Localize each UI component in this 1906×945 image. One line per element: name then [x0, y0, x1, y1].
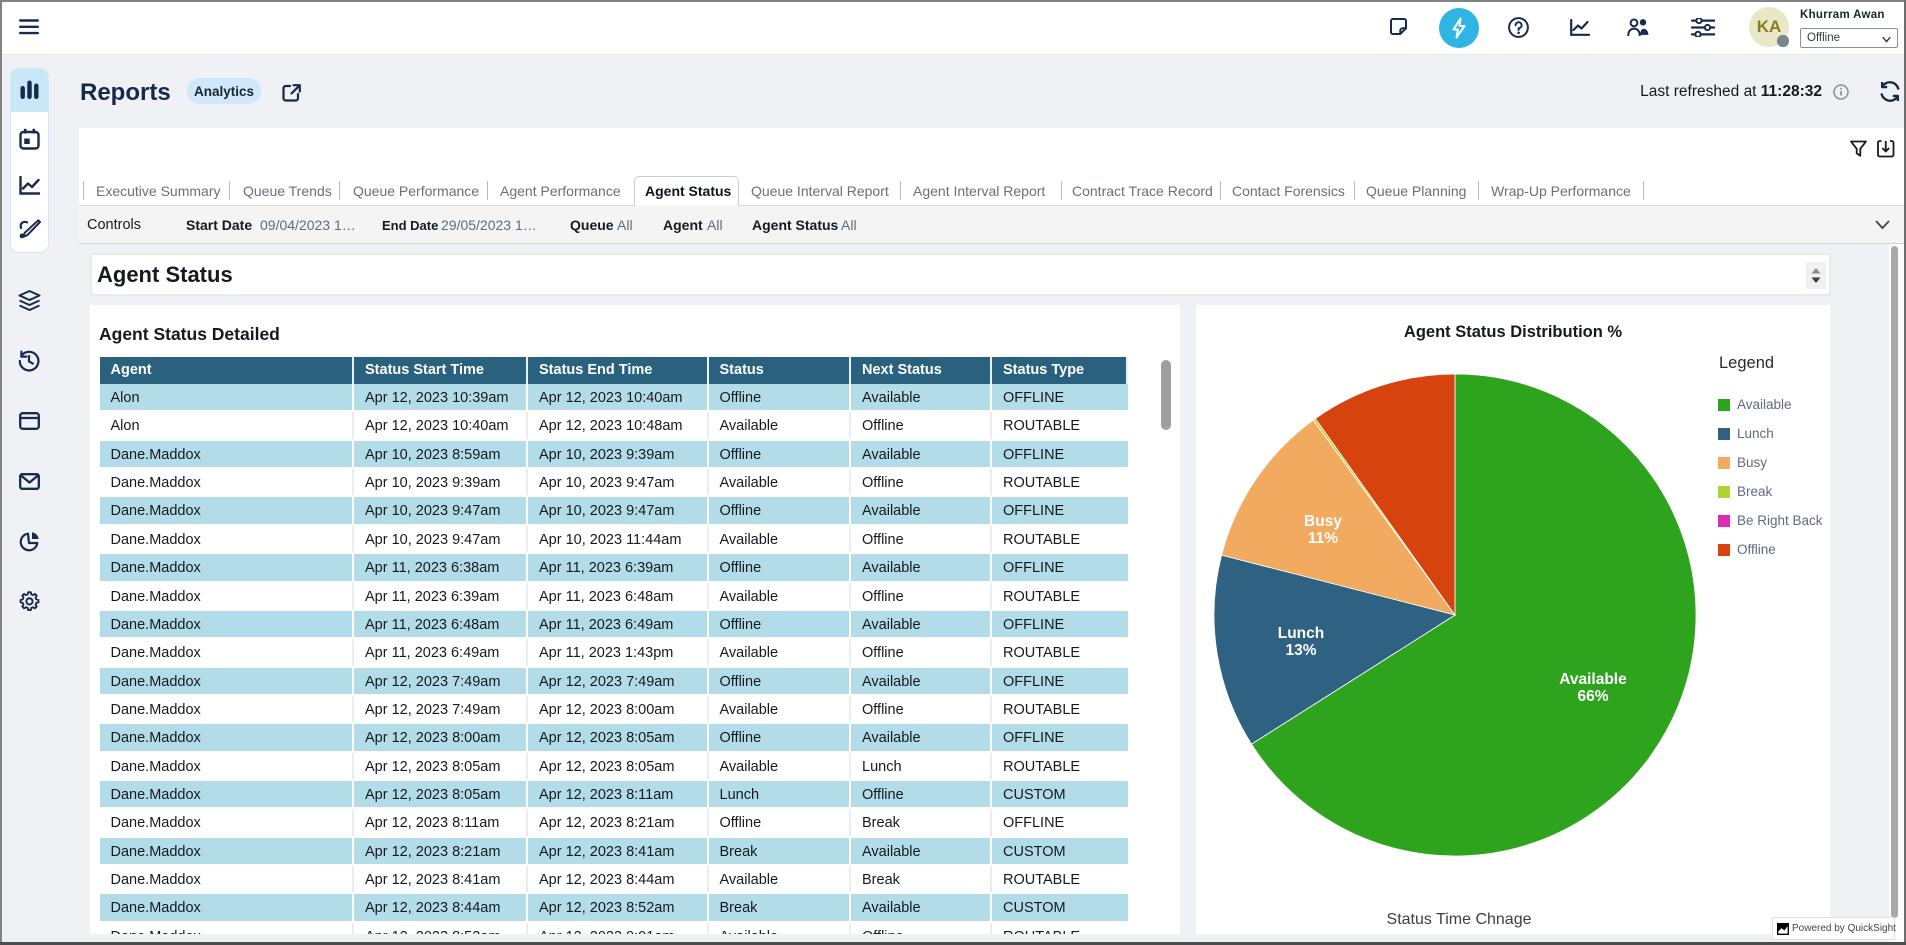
svg-text:Lunch: Lunch: [1278, 625, 1325, 642]
svg-text:66%: 66%: [1577, 688, 1608, 705]
svg-text:13%: 13%: [1285, 642, 1316, 659]
svg-text:Available: Available: [1559, 671, 1627, 688]
svg-text:Busy: Busy: [1304, 513, 1342, 530]
svg-text:11%: 11%: [1308, 530, 1338, 547]
